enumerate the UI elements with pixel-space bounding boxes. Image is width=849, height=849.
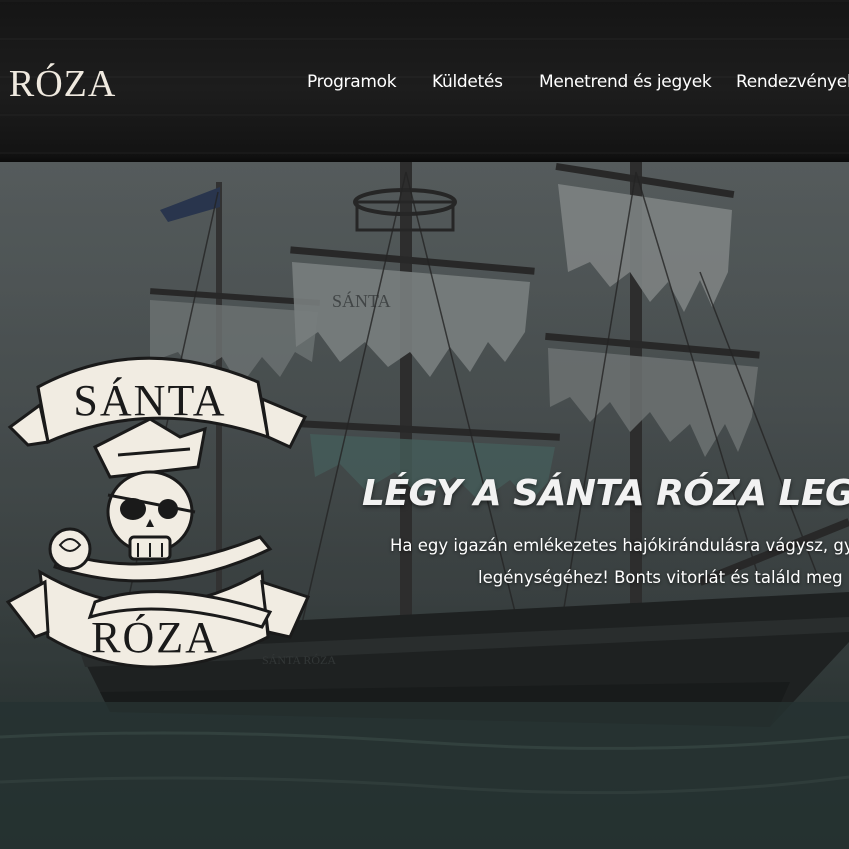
nav-programok[interactable]: Programok (307, 72, 397, 92)
logo-top-text: SÁNTA (73, 376, 226, 425)
site-header: A RÓZA Programok Küldetés Menetrend és j… (0, 0, 849, 162)
nav-rendezvenyek[interactable]: Rendezvények (736, 72, 849, 92)
hero-description: Ha egy igazán emlékezetes hajókirándulás… (338, 530, 849, 594)
brand-logo-text[interactable]: A RÓZA (0, 62, 116, 106)
nav-menetrend-es-jegyek[interactable]: Menetrend és jegyek (539, 72, 712, 92)
hero-description-line-1: Ha egy igazán emlékezetes hajókirándulás… (390, 536, 849, 555)
hero-description-line-2: legénységéhez! Bonts vitorlát és találd … (478, 568, 843, 587)
santa-roza-logo: SÁNTA RÓZA (5, 356, 311, 669)
nav-kuldetes[interactable]: Küldetés (432, 72, 503, 92)
hero-section: SÁNTA SÁNTA RÓZA SÁNTA RÓZA LÉGY A SÁNTA… (0, 162, 849, 849)
logo-bottom-text: RÓZA (91, 613, 219, 662)
hero-title: LÉGY A SÁNTA RÓZA LEGÉNYS (362, 473, 849, 514)
